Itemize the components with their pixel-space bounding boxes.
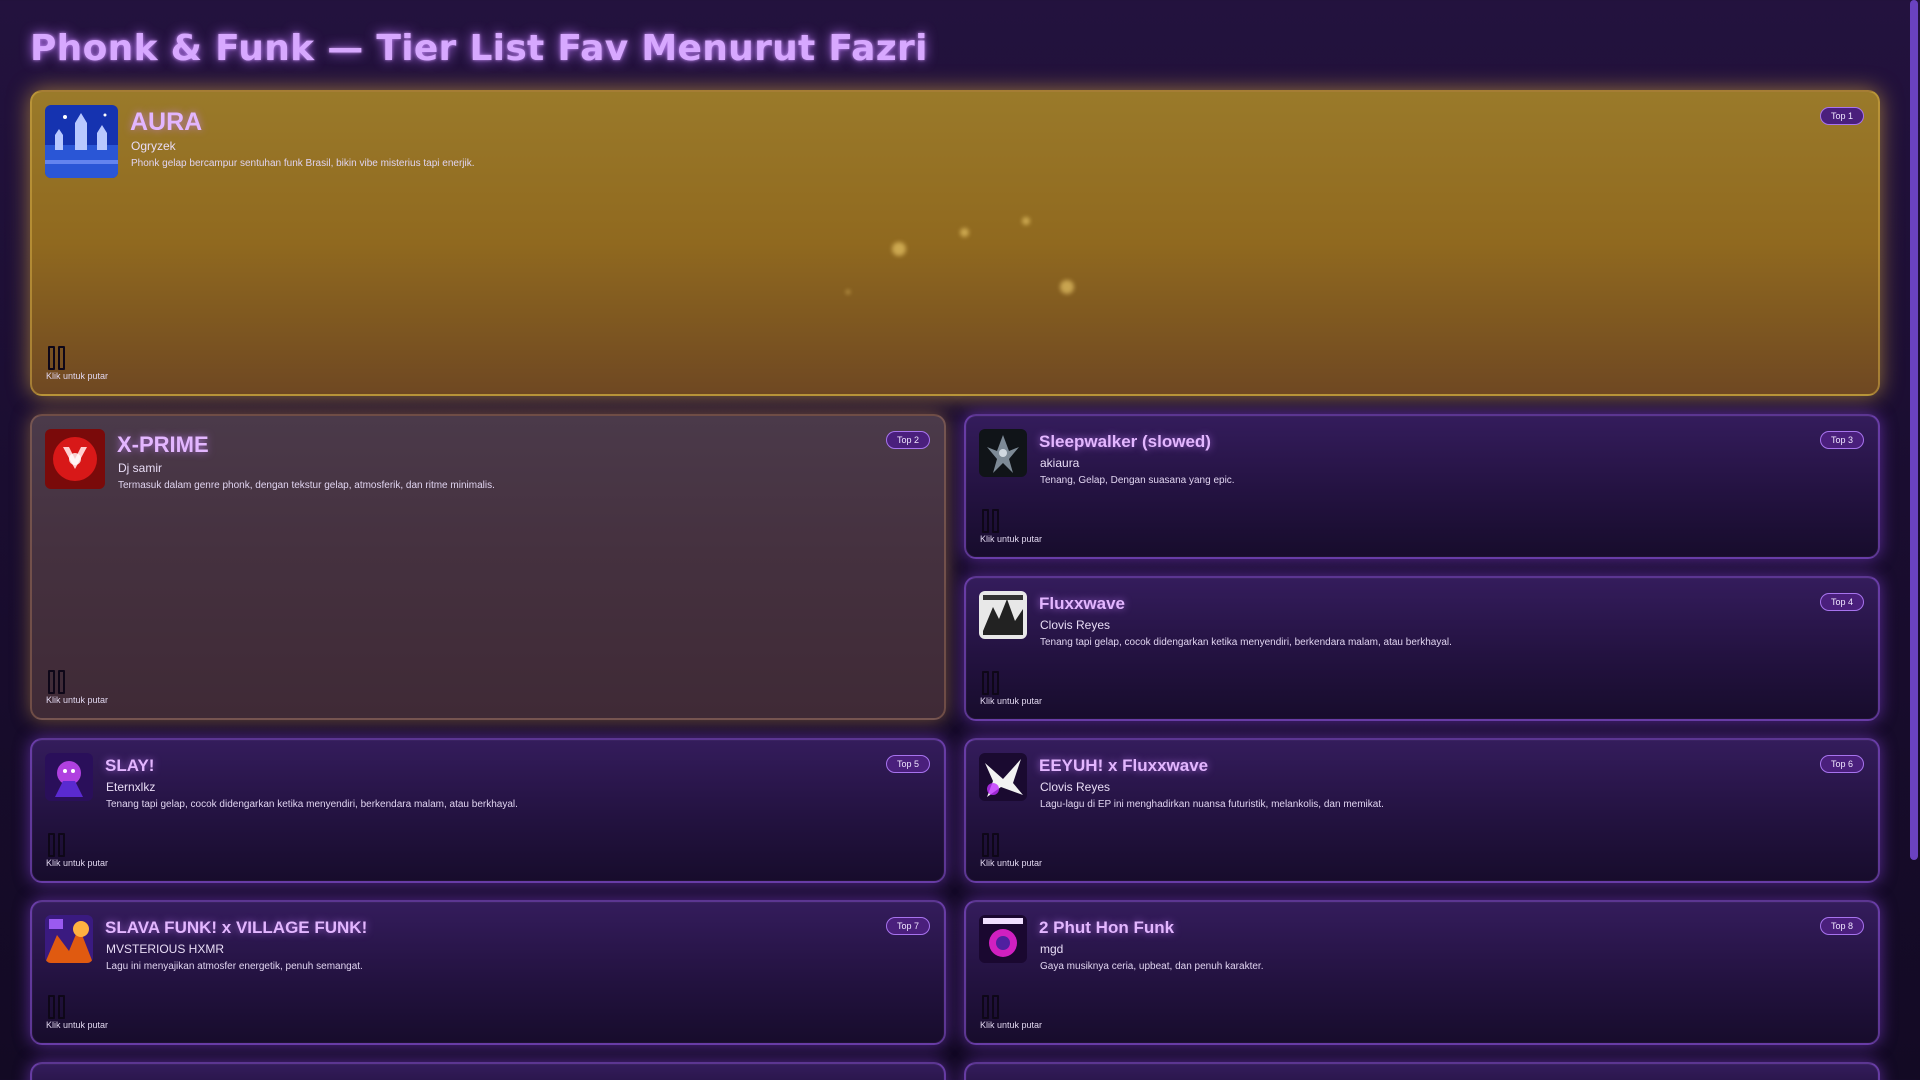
pause-button[interactable] (981, 509, 1001, 535)
album-cover-eeyuh (979, 753, 1027, 801)
rank-badge: Top 1 (1819, 107, 1864, 125)
pause-button[interactable] (47, 833, 67, 859)
album-cover-2-phut-hon-funk (979, 915, 1027, 963)
play-hint: Klik untuk putar (46, 695, 109, 705)
track-title: X-PRIME (117, 432, 209, 457)
sparkle (892, 242, 906, 256)
track-artist: Clovis Reyes (1040, 618, 1111, 632)
album-cover-x-prime (45, 429, 105, 489)
play-hint: Klik untuk putar (46, 858, 109, 868)
sparkle (1022, 217, 1030, 225)
sparkle (846, 290, 850, 294)
album-cover-slava-funk (45, 915, 93, 963)
track-card-next-right[interactable] (964, 1062, 1880, 1080)
track-description: Lagu ini menyajikan atmosfer energetik, … (106, 961, 363, 972)
track-artist: mgd (1040, 942, 1064, 956)
pause-button[interactable] (981, 671, 1001, 697)
track-artist: Eternxlkz (106, 780, 156, 794)
play-hint: Klik untuk putar (46, 1020, 109, 1030)
track-artist: Ogryzek (131, 139, 176, 153)
track-card-top-1[interactable]: AURA Ogryzek Phonk gelap bercampur sentu… (30, 90, 1880, 396)
album-cover-slay (45, 753, 93, 801)
tier-list-page: Phonk & Funk — Tier List Fav Menurut Faz… (30, 0, 1880, 1080)
rank-badge: Top 8 (1819, 917, 1864, 935)
play-hint: Klik untuk putar (980, 858, 1043, 868)
track-title: AURA (130, 108, 203, 136)
track-title: EEYUH! x Fluxxwave (1039, 756, 1209, 775)
rank-badge: Top 5 (885, 755, 930, 773)
track-card-top-5[interactable]: SLAY! Eternxlkz Tenang tapi gelap, cocok… (30, 738, 946, 883)
scrollbar-thumb[interactable] (1910, 0, 1918, 860)
page-title: Phonk & Funk — Tier List Fav Menurut Faz… (30, 28, 928, 69)
album-cover-fluxxwave (979, 591, 1027, 639)
pause-button[interactable] (47, 346, 67, 372)
track-title: SLAY! (105, 756, 155, 775)
rank-badge: Top 7 (885, 917, 930, 935)
track-description: Tenang tapi gelap, cocok didengarkan ket… (106, 799, 518, 810)
pause-button[interactable] (47, 670, 67, 696)
track-title: Sleepwalker (slowed) (1039, 432, 1211, 451)
track-description: Termasuk dalam genre phonk, dengan tekst… (118, 480, 495, 491)
track-title: Fluxxwave (1039, 594, 1125, 613)
album-cover-aura (45, 105, 118, 178)
track-card-top-2[interactable]: X-PRIME Dj samir Termasuk dalam genre ph… (30, 414, 946, 720)
track-artist: Dj samir (118, 461, 162, 475)
sparkle (1060, 280, 1074, 294)
track-artist: akiaura (1040, 456, 1080, 470)
track-card-top-4[interactable]: Fluxxwave Clovis Reyes Tenang tapi gelap… (964, 576, 1880, 721)
track-card-top-7[interactable]: SLAVA FUNK! x VILLAGE FUNK! MVSTERIOUS H… (30, 900, 946, 1045)
track-description: Tenang tapi gelap, cocok didengarkan ket… (1040, 637, 1452, 648)
track-artist: MVSTERIOUS HXMR (106, 942, 225, 956)
pause-button[interactable] (981, 833, 1001, 859)
track-description: Tenang, Gelap, Dengan suasana yang epic. (1040, 475, 1235, 486)
track-card-top-6[interactable]: EEYUH! x Fluxxwave Clovis Reyes Lagu-lag… (964, 738, 1880, 883)
play-hint: Klik untuk putar (46, 371, 109, 381)
track-description: Phonk gelap bercampur sentuhan funk Bras… (131, 158, 475, 169)
rank-badge: Top 4 (1819, 593, 1864, 611)
track-description: Gaya musiknya ceria, upbeat, dan penuh k… (1040, 961, 1264, 972)
pause-button[interactable] (981, 995, 1001, 1021)
track-artist: Clovis Reyes (1040, 780, 1111, 794)
play-hint: Klik untuk putar (980, 1020, 1043, 1030)
track-card-next-left[interactable] (30, 1062, 946, 1080)
pause-button[interactable] (47, 995, 67, 1021)
rank-badge: Top 3 (1819, 431, 1864, 449)
play-hint: Klik untuk putar (980, 696, 1043, 706)
track-title: 2 Phut Hon Funk (1039, 918, 1175, 937)
play-hint: Klik untuk putar (980, 534, 1043, 544)
track-card-top-3[interactable]: Sleepwalker (slowed) akiaura Tenang, Gel… (964, 414, 1880, 559)
track-card-top-8[interactable]: 2 Phut Hon Funk mgd Gaya musiknya ceria,… (964, 900, 1880, 1045)
track-description: Lagu-lagu di EP ini menghadirkan nuansa … (1040, 799, 1384, 810)
sparkle (960, 228, 969, 237)
track-title: SLAVA FUNK! x VILLAGE FUNK! (105, 918, 368, 937)
album-cover-sleepwalker (979, 429, 1027, 477)
rank-badge: Top 6 (1819, 755, 1864, 773)
rank-badge: Top 2 (885, 431, 930, 449)
